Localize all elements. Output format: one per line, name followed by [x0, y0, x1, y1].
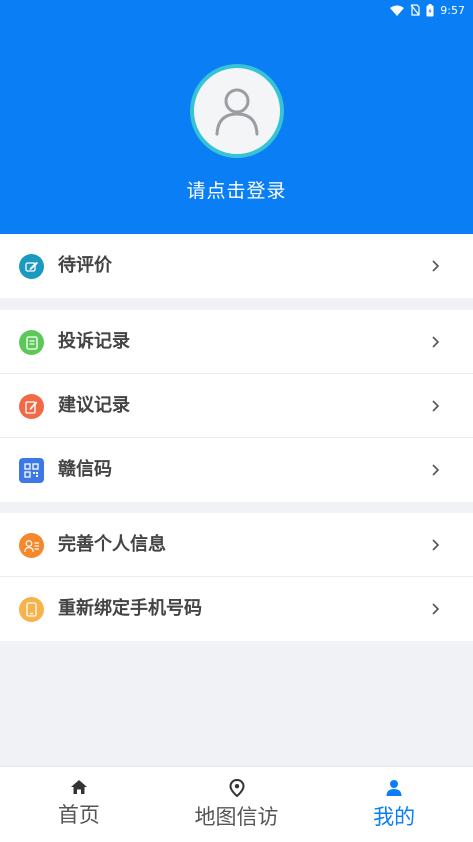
person-icon: [386, 780, 402, 796]
user-info-icon: [19, 533, 44, 558]
battery-icon: [426, 3, 434, 16]
menu-item-ganxin-code[interactable]: 赣信码: [0, 438, 473, 502]
tab-home[interactable]: 首页: [0, 767, 158, 842]
menu-item-label: 完善个人信息: [58, 534, 166, 555]
chevron-right-icon: [432, 400, 440, 412]
phone-icon: [19, 597, 44, 622]
chevron-right-icon: [432, 464, 440, 476]
menu-item-label: 建议记录: [58, 395, 130, 416]
tab-label: 地图信访: [194, 805, 279, 829]
user-avatar-icon: [215, 88, 259, 136]
menu-item-suggestion-records[interactable]: 建议记录: [0, 374, 473, 438]
menu-group-3: 完善个人信息 重新绑定手机号码: [0, 513, 473, 641]
avatar[interactable]: [190, 64, 284, 158]
menu-item-complete-profile[interactable]: 完善个人信息: [0, 513, 473, 577]
status-time: 9:57: [440, 3, 465, 17]
profile-header: 9:57 请点击登录: [0, 0, 473, 234]
chevron-right-icon: [432, 336, 440, 348]
edit-icon: [19, 254, 44, 279]
menu-item-label: 投诉记录: [58, 331, 130, 352]
note-edit-icon: [19, 394, 44, 419]
bottom-tab-bar: 首页 地图信访 我的: [0, 766, 473, 842]
status-bar: 9:57: [390, 2, 465, 18]
menu-group-1: 待评价: [0, 234, 473, 298]
chevron-right-icon: [432, 260, 440, 272]
wifi-icon: [390, 5, 405, 16]
chevron-right-icon: [432, 539, 440, 551]
list-icon: [19, 330, 44, 355]
qr-code-icon: [19, 458, 44, 483]
menu-item-complaint-records[interactable]: 投诉记录: [0, 310, 473, 374]
menu-item-label: 待评价: [58, 255, 112, 276]
menu-item-rebind-phone[interactable]: 重新绑定手机号码: [0, 577, 473, 641]
home-icon: [70, 780, 87, 794]
tab-label: 首页: [57, 803, 100, 827]
tab-map-petition[interactable]: 地图信访: [158, 767, 316, 842]
location-pin-icon: [228, 779, 245, 797]
menu-item-label: 赣信码: [58, 459, 112, 480]
menu-item-label: 重新绑定手机号码: [58, 598, 202, 619]
menu-item-pending-review[interactable]: 待评价: [0, 234, 473, 298]
tab-mine[interactable]: 我的: [315, 767, 473, 842]
tab-label: 我的: [373, 805, 416, 829]
menu-group-2: 投诉记录 建议记录 赣信码: [0, 310, 473, 502]
login-prompt[interactable]: 请点击登录: [0, 176, 473, 203]
chevron-right-icon: [432, 603, 440, 615]
no-sim-icon: [410, 4, 420, 16]
